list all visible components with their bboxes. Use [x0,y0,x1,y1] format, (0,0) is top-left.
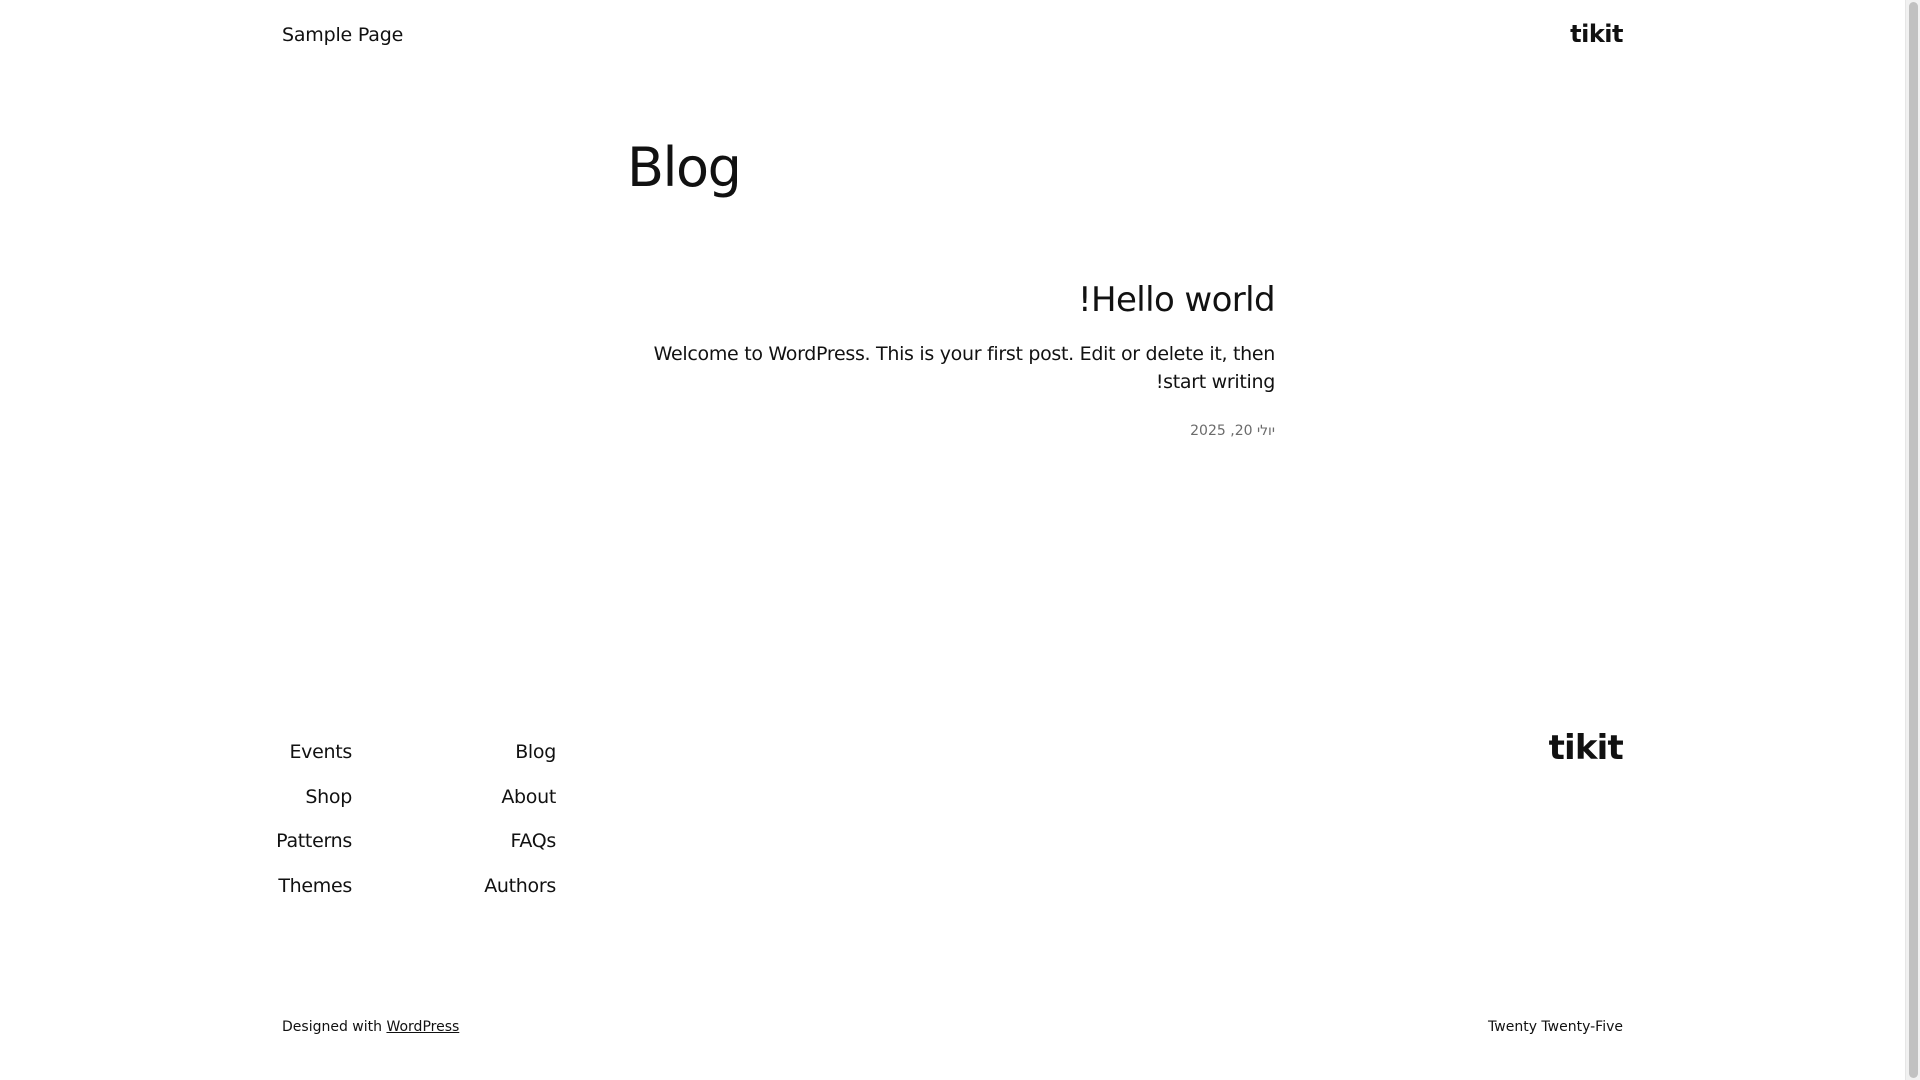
footer-link-themes[interactable]: Themes [278,864,352,909]
footer-link-patterns[interactable]: Patterns [276,819,352,864]
post-title-link[interactable]: Hello world! [620,276,1276,324]
vertical-scrollbar[interactable] [1905,0,1920,1080]
footer-link-shop[interactable]: Shop [305,775,352,820]
wordpress-link[interactable]: WordPress [386,1019,459,1035]
footer-nav-column-2: Blog About FAQs Authors [470,730,556,908]
footer-link-events[interactable]: Events [289,730,352,775]
site-title-link[interactable]: tikit [1570,20,1623,48]
nav-sample-page-link[interactable]: Sample Page [282,24,403,46]
footer-credit: Designed with WordPress [282,1019,459,1035]
footer-link-faqs[interactable]: FAQs [510,819,556,864]
post-excerpt: Welcome to WordPress. This is your first… [653,343,1276,393]
footer-site-title-link[interactable]: tikit [1549,728,1624,768]
scrollbar-thumb[interactable] [1909,2,1918,1078]
page-title: Blog [627,136,742,199]
credit-prefix: Designed with [282,1019,382,1035]
post-item: Hello world! Welcome to WordPress. This … [620,276,1276,441]
footer-link-about[interactable]: About [501,775,556,820]
footer-link-authors[interactable]: Authors [484,864,556,909]
page: Sample Page tikit Blog Hello world! Welc… [0,0,1905,1080]
theme-name: Twenty Twenty-Five [1488,1019,1623,1035]
footer-nav-column-1: Events Shop Patterns Themes [276,730,352,908]
footer-link-blog[interactable]: Blog [515,730,556,775]
post-date: יולי 20, 2025 [1190,423,1275,439]
